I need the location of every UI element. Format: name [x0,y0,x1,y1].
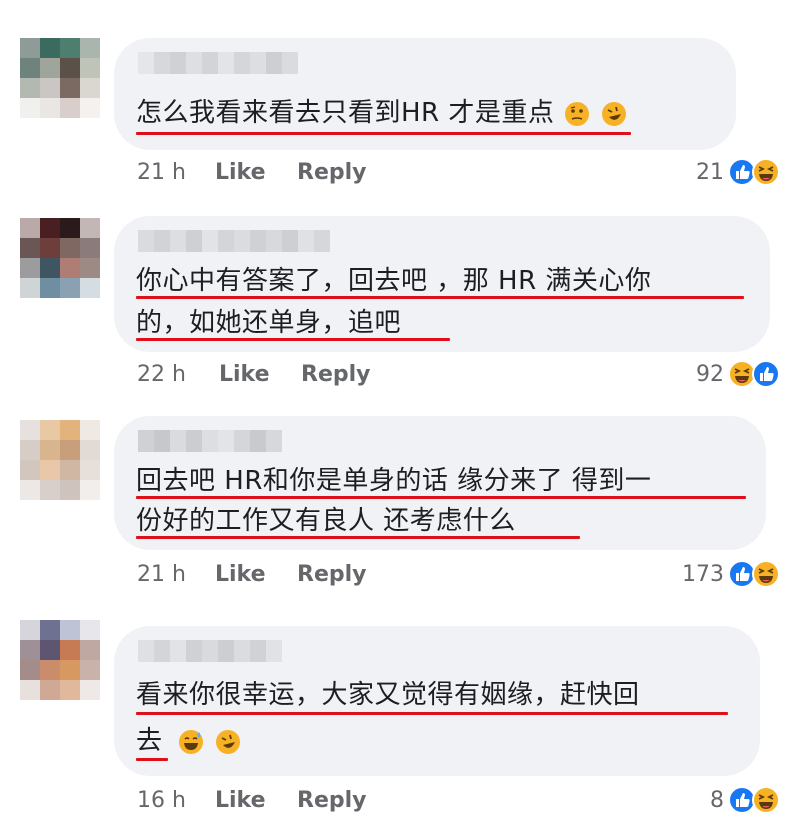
reaction-summary[interactable]: 8 [710,786,780,814]
comment-text-line: 怎么我看来看去只看到HR 才是重点 [136,96,628,130]
reaction-summary[interactable]: 173 [682,560,780,588]
comment-bubble: 怎么我看来看去只看到HR 才是重点 [114,38,736,150]
comment-time[interactable]: 16 h [137,788,215,813]
red-underline [136,536,580,539]
comment-text-line: 回去吧 HR和你是单身的话 缘分来了 得到一 [136,466,652,496]
like-button[interactable]: Like [215,562,297,587]
author-name-blurred[interactable] [138,640,282,662]
rolling-on-floor-laughing-emoji [216,729,241,754]
comment-bubble: 看来你很幸运，大家又觉得有姻缘，赶快回 去 [114,626,760,776]
author-name-blurred[interactable] [138,52,298,74]
comment-text-line: 去 [136,724,242,758]
like-button[interactable]: Like [219,362,301,387]
comment-time[interactable]: 21 h [137,562,215,587]
sweat-smile-emoji [179,729,204,754]
avatar[interactable] [20,218,100,298]
comment-text-line: 看来你很幸运，大家又觉得有姻缘，赶快回 [136,680,640,710]
reaction-summary[interactable]: 21 [696,158,780,186]
comment-actions: 16 h Like Reply [137,788,367,813]
author-name-blurred[interactable] [138,230,330,252]
red-underline [136,758,168,761]
red-underline [136,712,728,715]
red-underline [136,296,744,299]
author-name-blurred[interactable] [138,430,282,452]
like-button[interactable]: Like [215,160,297,185]
haha-reaction-icon [752,158,780,186]
avatar[interactable] [20,620,100,700]
reaction-count: 92 [696,361,724,387]
avatar[interactable] [20,38,100,118]
reaction-count: 8 [710,787,724,813]
comment-time[interactable]: 21 h [137,160,215,185]
reaction-count: 173 [682,561,724,587]
red-underline [136,338,450,341]
comment-time[interactable]: 22 h [137,362,219,387]
reply-button[interactable]: Reply [297,160,367,185]
avatar[interactable] [20,420,100,500]
reaction-summary[interactable]: 92 [696,360,780,388]
comment-text-line: 的，如她还单身，追吧 [136,308,402,338]
comment-bubble: 你心中有答案了，回去吧 ，那 HR 满关心你 的，如她还单身，追吧 [114,216,770,352]
reaction-count: 21 [696,159,724,185]
thinking-face-emoji [565,101,590,126]
comment-text-line: 你心中有答案了，回去吧 ，那 HR 满关心你 [136,266,652,296]
haha-reaction-icon [752,786,780,814]
reply-button[interactable]: Reply [301,362,371,387]
like-button[interactable]: Like [215,788,297,813]
comment-text-line: 份好的工作又有良人 还考虑什么 [136,506,516,536]
comment-actions: 22 h Like Reply [137,362,371,387]
rolling-on-floor-laughing-emoji [601,101,626,126]
comment-actions: 21 h Like Reply [137,562,367,587]
comment-actions: 21 h Like Reply [137,160,367,185]
reply-button[interactable]: Reply [297,562,367,587]
comment-bubble: 回去吧 HR和你是单身的话 缘分来了 得到一 份好的工作又有良人 还考虑什么 [114,416,766,550]
red-underline [136,496,746,499]
red-underline [136,132,631,135]
reply-button[interactable]: Reply [297,788,367,813]
like-reaction-icon [752,360,780,388]
haha-reaction-icon [752,560,780,588]
